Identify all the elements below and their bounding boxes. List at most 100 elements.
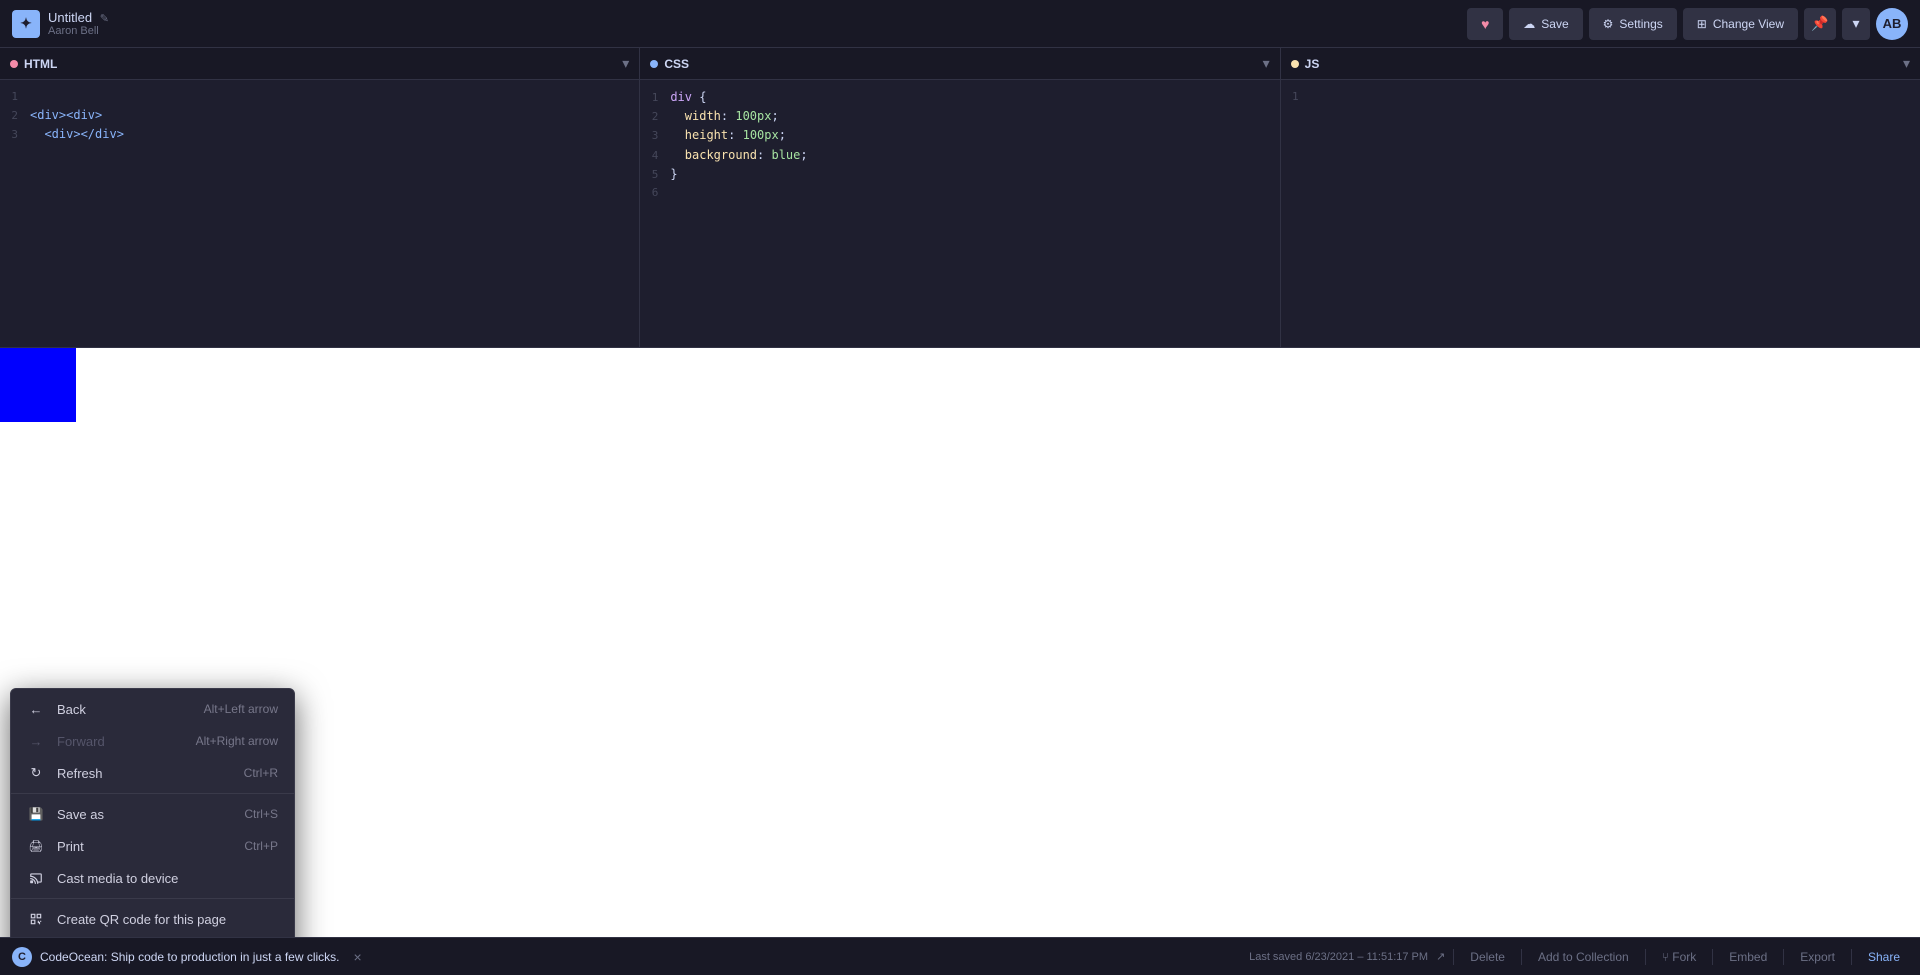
menu-item-back[interactable]: ← Back Alt+Left arrow [11,693,294,725]
notif-close-button[interactable]: × [348,947,368,967]
js-label: JS [1305,57,1320,71]
topbar-left: ✦ Untitled ✎ Aaron Bell [12,10,109,38]
shortcut-refresh: Ctrl+R [244,766,278,780]
delete-button[interactable]: Delete [1462,946,1513,968]
menu-item-cast[interactable]: Cast media to device [11,862,294,894]
external-link-icon: ↗ [1436,950,1445,963]
settings-button[interactable]: ⚙ Settings [1589,8,1677,40]
add-to-collection-button[interactable]: Add to Collection [1530,946,1637,968]
back-icon: ← [27,700,45,718]
topbar: ✦ Untitled ✎ Aaron Bell ♥ ☁ Save ⚙ Setti… [0,0,1920,48]
menu-label-qrcode: Create QR code for this page [57,912,278,927]
saveas-icon: 💾 [27,805,45,823]
menu-label-cast: Cast media to device [57,871,278,886]
menu-item-forward[interactable]: → Forward Alt+Right arrow [11,725,294,757]
js-code-area[interactable]: 1 [1281,80,1920,347]
fork-button[interactable]: ⑂ Fork [1654,946,1705,968]
js-pane-title: JS [1291,57,1320,71]
menu-item-refresh[interactable]: ↻ Refresh Ctrl+R [11,757,294,789]
change-view-icon: ⊞ [1697,17,1707,31]
code-line: 2 <div><div> [0,106,635,125]
css-code-area[interactable]: 1 div { 2 width: 100px; 3 height: 100px;… [640,80,1279,347]
gear-icon: ⚙ [1603,17,1614,31]
chevron-button[interactable]: ▾ [1842,8,1870,40]
menu-label-back: Back [57,702,184,717]
change-view-label: Change View [1713,17,1784,31]
code-line: 1 [1281,88,1916,106]
separator-v [1783,949,1784,965]
preview-area: ← Back Alt+Left arrow → Forward Alt+Righ… [0,348,1920,937]
saved-timestamp: Last saved 6/23/2021 – 11:51:17 PM [1249,951,1428,963]
project-title: Untitled ✎ [48,10,109,25]
context-menu: ← Back Alt+Left arrow → Forward Alt+Righ… [10,688,295,937]
css-collapse-button[interactable]: ▾ [1263,55,1270,72]
menu-item-qrcode[interactable]: Create QR code for this page [11,903,294,935]
html-dot [10,60,18,68]
html-pane-title: HTML [10,57,57,71]
code-line: 1 div { [640,88,1275,107]
js-collapse-button[interactable]: ▾ [1903,55,1910,72]
js-dot [1291,60,1299,68]
embed-button[interactable]: Embed [1721,946,1775,968]
save-cloud-icon: ☁ [1523,17,1535,31]
pin-button[interactable]: 📌 [1804,8,1836,40]
save-label: Save [1541,17,1568,31]
cast-icon [27,869,45,887]
shortcut-forward: Alt+Right arrow [196,734,278,748]
bottom-notification: C CodeOcean: Ship code to production in … [12,947,1249,967]
css-pane-title: CSS [650,57,689,71]
html-label: HTML [24,57,57,71]
shortcut-saveas: Ctrl+S [244,807,278,821]
html-pane-header: HTML ▾ [0,48,639,80]
html-code-area[interactable]: 1 2 <div><div> 3 <div></div> [0,80,639,347]
editor-area: HTML ▾ 1 2 <div><div> 3 <div></div> [0,48,1920,348]
print-icon: 🖨 [27,837,45,855]
code-line: 3 <div></div> [0,125,635,144]
topbar-right: ♥ ☁ Save ⚙ Settings ⊞ Change View 📌 ▾ AB [1467,8,1908,40]
css-pane-header: CSS ▾ [640,48,1279,80]
notif-icon: C [12,947,32,967]
avatar-button[interactable]: AB [1876,8,1908,40]
separator-v [1851,949,1852,965]
menu-label-forward: Forward [57,734,176,749]
shortcut-back: Alt+Left arrow [204,702,278,716]
bottom-bar: C CodeOcean: Ship code to production in … [0,937,1920,975]
separator-2 [11,898,294,899]
fork-icon: ⑂ [1662,950,1669,964]
title-block: Untitled ✎ Aaron Bell [48,10,109,37]
change-view-button[interactable]: ⊞ Change View [1683,8,1798,40]
menu-label-print: Print [57,839,224,854]
js-pane-header: JS ▾ [1281,48,1920,80]
app-icon: ✦ [12,10,40,38]
notif-text: CodeOcean: Ship code to production in ju… [40,950,340,964]
css-dot [650,60,658,68]
forward-icon: → [27,732,45,750]
shortcut-print: Ctrl+P [244,839,278,853]
code-line: 2 width: 100px; [640,107,1275,126]
code-line: 4 background: blue; [640,146,1275,165]
main-content: HTML ▾ 1 2 <div><div> 3 <div></div> [0,48,1920,937]
export-button[interactable]: Export [1792,946,1843,968]
code-line: 6 [640,184,1275,202]
refresh-icon: ↻ [27,764,45,782]
css-label: CSS [664,57,689,71]
settings-label: Settings [1619,17,1662,31]
code-line: 5 } [640,165,1275,184]
separator-v [1712,949,1713,965]
css-pane: CSS ▾ 1 div { 2 width: 100px; 3 height: … [640,48,1280,347]
separator-1 [11,793,294,794]
menu-item-print[interactable]: 🖨 Print Ctrl+P [11,830,294,862]
code-line: 1 [0,88,635,106]
edit-icon[interactable]: ✎ [100,13,109,25]
preview-blue-square [0,348,76,422]
save-button[interactable]: ☁ Save [1509,8,1582,40]
bottom-right: Last saved 6/23/2021 – 11:51:17 PM ↗ Del… [1249,946,1908,968]
menu-label-refresh: Refresh [57,766,224,781]
html-collapse-button[interactable]: ▾ [622,55,629,72]
separator-v [1521,949,1522,965]
html-pane: HTML ▾ 1 2 <div><div> 3 <div></div> [0,48,640,347]
share-button[interactable]: Share [1860,946,1908,968]
project-title-text: Untitled [48,10,92,25]
heart-button[interactable]: ♥ [1467,8,1503,40]
menu-item-saveas[interactable]: 💾 Save as Ctrl+S [11,798,294,830]
